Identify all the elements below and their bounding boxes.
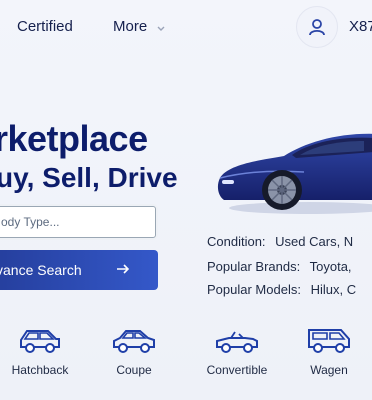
info-label: Condition: xyxy=(207,234,266,249)
info-value[interactable]: Toyota, xyxy=(310,259,352,274)
advanced-search-label: vance Search xyxy=(0,262,82,278)
category-coupe[interactable]: Coupe xyxy=(102,326,166,377)
hero-title: rketplace xyxy=(0,118,148,159)
convertible-icon xyxy=(216,331,258,353)
info-popular-models: Popular Models: Hilux, C xyxy=(207,282,356,297)
category-label: Wagen xyxy=(310,363,348,377)
user-name: X87 xyxy=(349,18,372,35)
info-condition: Condition: Used Cars, N xyxy=(207,234,353,249)
category-label: Coupe xyxy=(116,363,152,377)
body-type-placeholder: ody Type... xyxy=(1,215,60,229)
wagon-icon xyxy=(308,329,350,353)
body-type-select[interactable]: ody Type... xyxy=(0,206,156,238)
nav-more[interactable]: More xyxy=(113,18,165,36)
car-image xyxy=(217,133,372,214)
category-convertible[interactable]: Convertible xyxy=(198,326,276,377)
info-value[interactable]: Used Cars, N xyxy=(275,234,353,249)
nav-more-label: More xyxy=(113,18,148,35)
nav-certified[interactable]: Certified xyxy=(17,18,73,35)
arrow-right-icon xyxy=(116,262,130,278)
category-wagon[interactable]: Wagen xyxy=(300,326,358,377)
coupe-icon xyxy=(113,330,155,353)
chevron-down-icon xyxy=(157,19,165,36)
hatchback-icon xyxy=(20,330,60,353)
info-label: Popular Brands: xyxy=(207,259,301,274)
info-value[interactable]: Hilux, C xyxy=(311,282,357,297)
category-label: Hatchback xyxy=(11,363,69,377)
hero-subtitle: uy, Sell, Drive xyxy=(0,162,178,193)
info-popular-brands: Popular Brands: Toyota, xyxy=(207,259,352,274)
category-hatchback[interactable]: Hatchback xyxy=(8,326,72,377)
avatar[interactable] xyxy=(296,6,338,48)
category-label: Convertible xyxy=(206,363,268,377)
info-label: Popular Models: xyxy=(207,282,301,297)
user-icon xyxy=(309,19,325,36)
advanced-search-button[interactable]: vance Search xyxy=(0,250,158,290)
